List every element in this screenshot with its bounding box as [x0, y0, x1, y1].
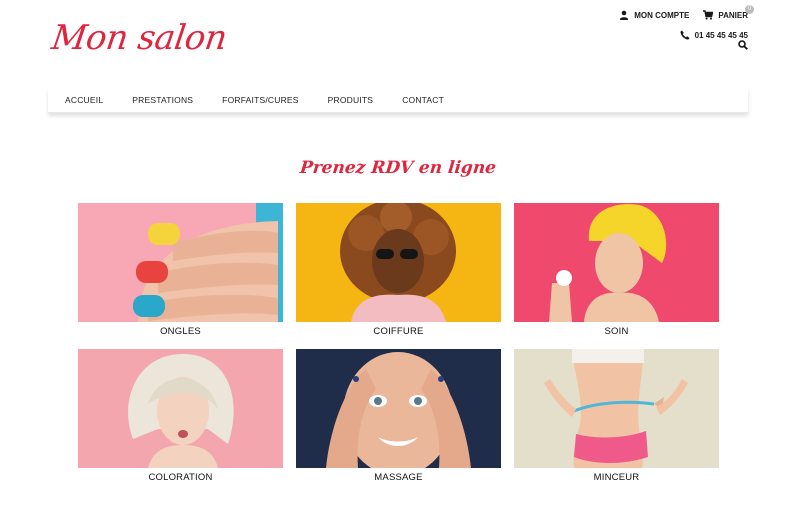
service-label-massage: MASSAGE	[374, 472, 423, 483]
service-image-minceur	[514, 349, 719, 468]
service-card-coiffure[interactable]: COIFFURE	[296, 203, 501, 339]
service-label-ongles: ONGLES	[160, 326, 201, 337]
nav-item-produits[interactable]: PRODUITS	[311, 88, 386, 112]
service-card-coloration[interactable]: COLORATION	[78, 349, 283, 485]
phone-icon	[680, 30, 690, 40]
services-grid: ONGLES COIFFURE SOIN COLORATION MASSAGE …	[78, 203, 719, 485]
cart-count-badge: 0	[745, 5, 754, 14]
user-icon	[620, 10, 629, 20]
cart-icon	[703, 10, 714, 20]
service-label-coloration: COLORATION	[148, 472, 213, 483]
account-link[interactable]: MON COMPTE	[619, 10, 689, 20]
service-image-massage	[296, 349, 501, 468]
site-logo[interactable]: Mon salon	[49, 18, 229, 58]
nav-item-forfaits-cures[interactable]: FORFAITS/CURES	[205, 88, 310, 112]
service-card-minceur[interactable]: MINCEUR	[514, 349, 719, 485]
service-card-ongles[interactable]: ONGLES	[78, 203, 283, 339]
nav-item-accueil[interactable]: ACCUEIL	[48, 88, 115, 112]
cart-link[interactable]: PANIER 0	[703, 5, 754, 20]
service-card-soin[interactable]: SOIN	[514, 203, 719, 339]
service-label-soin: SOIN	[604, 326, 629, 337]
service-label-coiffure: COIFFURE	[373, 326, 424, 337]
phone-number[interactable]: 01 45 45 45 45	[680, 30, 748, 40]
service-image-ongles	[78, 203, 283, 322]
header-utility-bar: MON COMPTE PANIER 0 01 45 45 45 45	[619, 5, 754, 42]
main-navigation: ACCUEIL PRESTATIONS FORFAITS/CURES PRODU…	[48, 88, 748, 113]
cart-label: PANIER	[718, 10, 748, 20]
account-label: MON COMPTE	[634, 10, 690, 20]
service-image-coloration	[78, 349, 283, 468]
nav-item-prestations[interactable]: PRESTATIONS	[115, 88, 205, 112]
service-image-coiffure	[296, 203, 501, 322]
nav-item-contact[interactable]: CONTACT	[385, 88, 456, 112]
service-card-massage[interactable]: MASSAGE	[296, 349, 501, 485]
page-heading: Prenez RDV en ligne	[298, 158, 498, 178]
search-icon[interactable]	[738, 40, 748, 50]
phone-label: 01 45 45 45 45	[694, 30, 748, 40]
service-label-minceur: MINCEUR	[593, 472, 640, 483]
service-image-soin	[514, 203, 719, 322]
